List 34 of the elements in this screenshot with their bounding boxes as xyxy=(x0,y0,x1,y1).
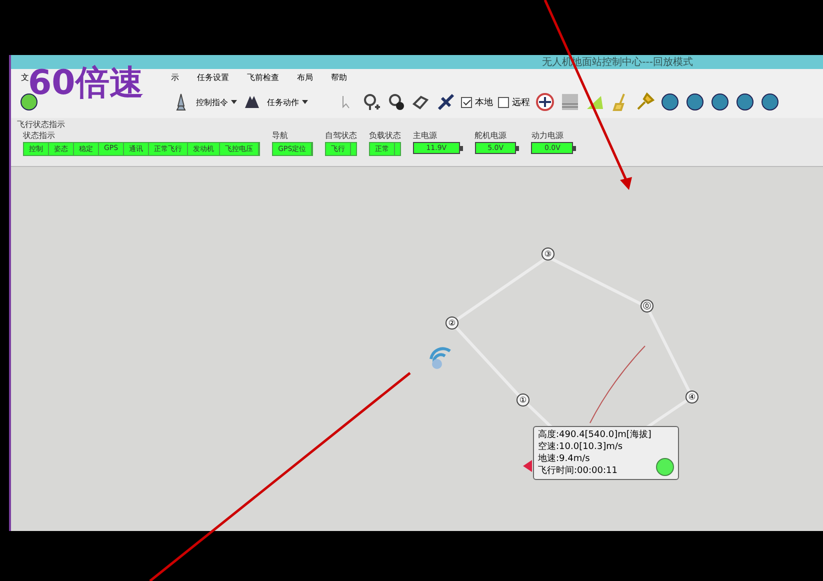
status-light xyxy=(656,458,674,476)
menu-item[interactable]: 帮助 xyxy=(331,72,347,83)
group-label: 自驾状态 xyxy=(325,130,358,141)
group-label: 状态指示 xyxy=(23,130,56,141)
group-label: 动力电源 xyxy=(531,130,564,141)
waypoint-marker[interactable]: ② xyxy=(446,316,458,330)
menu-item[interactable]: 布局 xyxy=(297,72,313,83)
menu-item[interactable]: 飞前检查 xyxy=(247,72,279,83)
telemetry-text: 高度:490.4[540.0]m[海拔] xyxy=(538,429,652,441)
waypoint-marker[interactable]: ⓪ xyxy=(640,300,654,312)
waypoint-marker[interactable]: ① xyxy=(516,394,530,406)
menu-item[interactable]: 文 xyxy=(21,72,29,83)
waypoint-marker[interactable]: ③ xyxy=(542,248,554,260)
telemetry-text: 地速:9.4m/s xyxy=(538,453,591,465)
layers-icon[interactable] xyxy=(560,92,580,112)
panel-title: 飞行状态指示 xyxy=(17,119,66,130)
group-label: 主电源 xyxy=(413,130,438,141)
telemetry-text: 飞行时间:00:00:11 xyxy=(538,465,618,477)
checkbox[interactable] xyxy=(461,96,472,108)
group-label: 负载状态 xyxy=(369,130,402,141)
waypoint-marker[interactable]: ④ xyxy=(686,390,698,404)
pin-icon[interactable] xyxy=(635,92,655,112)
speed-caption: 60倍速 xyxy=(28,66,144,100)
checkbox[interactable] xyxy=(498,96,509,108)
home-icon xyxy=(430,347,452,369)
telemetry-text: 空速:10.0[10.3]m/s xyxy=(538,441,624,453)
checkbox-label: 本地 xyxy=(475,96,493,108)
menu-item[interactable]: 示 xyxy=(171,72,179,83)
checkbox-label: 远程 xyxy=(512,96,530,108)
group-label: 导航 xyxy=(272,130,290,141)
group-label: 舵机电源 xyxy=(474,130,508,141)
menu-item[interactable]: 任务设置 xyxy=(197,72,229,83)
action-dropdown[interactable]: 任务动作 xyxy=(267,96,308,108)
command-dropdown[interactable]: 控制指令 xyxy=(196,96,237,108)
